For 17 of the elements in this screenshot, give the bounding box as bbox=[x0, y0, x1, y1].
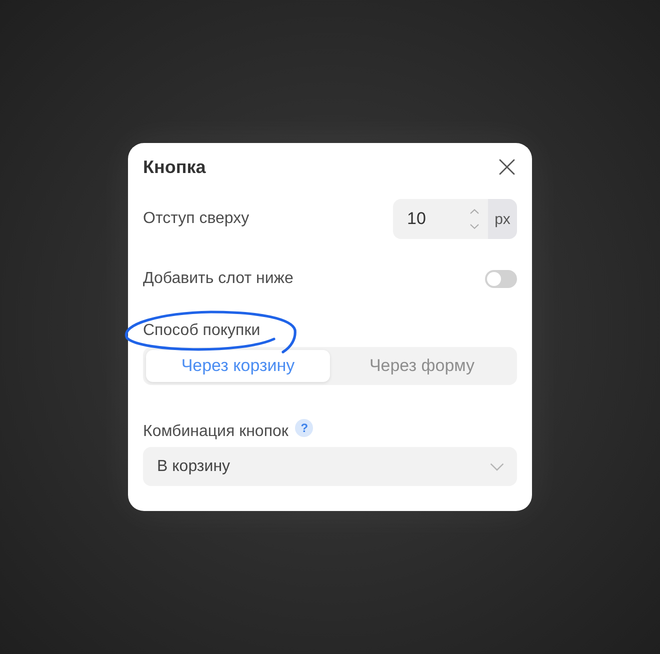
segment-tab[interactable]: Через корзину bbox=[146, 350, 330, 382]
segment-tab[interactable]: Через форму bbox=[330, 350, 514, 382]
toggle-switch[interactable] bbox=[485, 270, 517, 288]
number-field[interactable]: 10 bbox=[393, 199, 488, 239]
chevron-down-icon bbox=[490, 462, 504, 470]
help-icon[interactable]: ? bbox=[295, 418, 314, 436]
close-icon bbox=[499, 159, 515, 175]
field-label: Комбинация кнопок bbox=[143, 422, 288, 442]
chevron-up-icon[interactable] bbox=[470, 209, 479, 214]
field-label: Способ покупки bbox=[143, 321, 260, 341]
field-label: Отступ сверху bbox=[143, 209, 250, 229]
dialog-title: Кнопка bbox=[143, 156, 206, 178]
close-button[interactable] bbox=[499, 159, 515, 175]
chevron-down-icon[interactable] bbox=[470, 224, 479, 229]
unit-label: px bbox=[488, 199, 517, 239]
select-field[interactable]: В корзину bbox=[143, 447, 517, 486]
field-label: Добавить слот ниже bbox=[143, 269, 294, 289]
